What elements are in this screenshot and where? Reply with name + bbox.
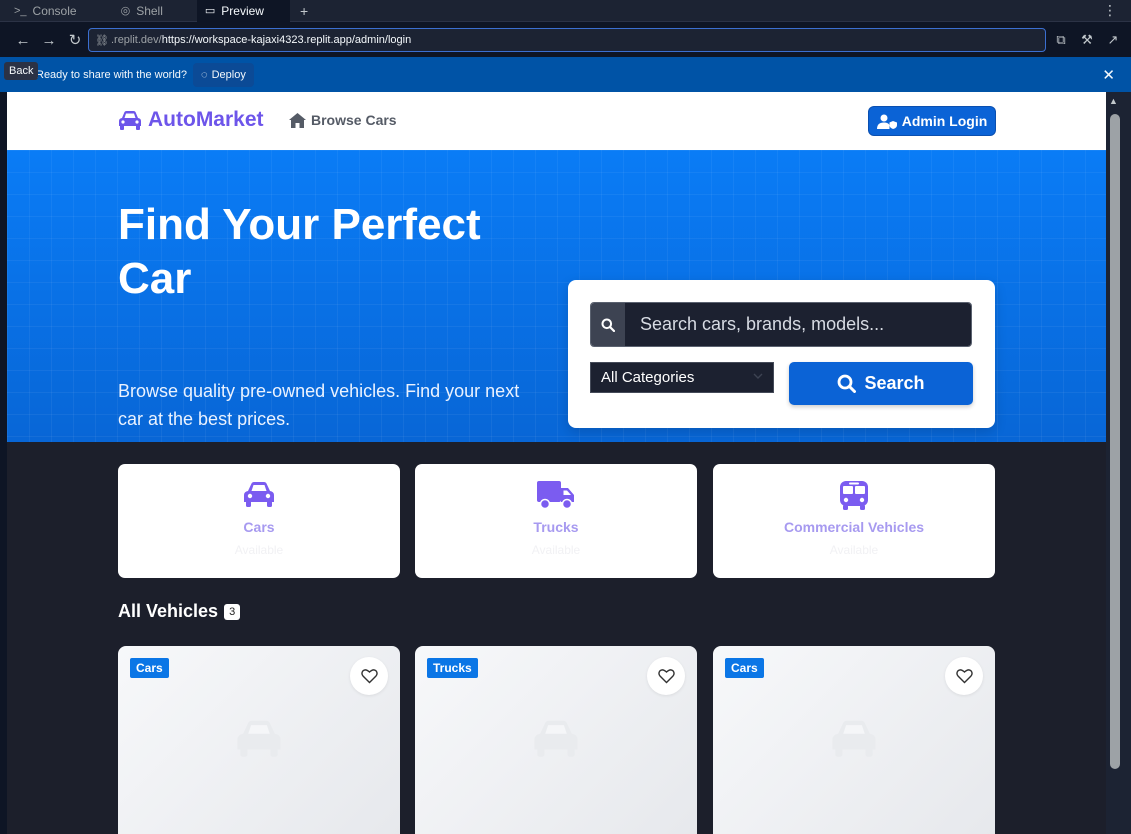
vehicle-card[interactable]: Trucks [415,646,697,834]
section-title-text: All Vehicles [118,601,219,621]
devices-icon[interactable]: ⧉ [1051,27,1071,53]
user-shield-icon [876,114,897,129]
url-text: https://workspace-kajaxi4323.replit.app/… [161,34,412,46]
forward-button[interactable]: → [36,27,62,53]
vehicle-category-badge: Cars [130,658,169,678]
category-card-cars[interactable]: Cars Available [118,464,400,578]
search-button[interactable]: Search [789,362,973,405]
terminal-icon: >_ [14,4,27,17]
favorite-button[interactable] [945,657,983,695]
category-select[interactable]: All Categories [590,362,774,393]
hero-title: Find Your Perfect Car [118,200,481,303]
tab-shell[interactable]: ◎ Shell [91,0,177,22]
url-prefix: .replit.dev/ [110,34,162,46]
search-card: Search cars, brands, models... All Categ… [568,280,995,428]
favorite-button[interactable] [647,657,685,695]
deploy-button[interactable]: ◌ Deploy [193,62,254,87]
tab-shell-label: Shell [136,3,163,18]
search-input[interactable]: Search cars, brands, models... [625,303,971,346]
vehicle-category-badge: Cars [725,658,764,678]
category-card-trucks[interactable]: Trucks Available [415,464,697,578]
search-icon [838,374,857,393]
category-sub: Available [829,543,879,557]
nav-browse-cars[interactable]: Browse Cars [289,112,397,128]
scrollbar-thumb[interactable] [1110,114,1120,769]
nav-browse-label: Browse Cars [311,112,397,128]
heart-icon [360,669,378,684]
category-sub: Available [234,543,284,557]
hero-section: Find Your Perfect Car Browse quality pre… [7,150,1106,442]
search-button-label: Search [864,373,925,393]
heart-icon [657,669,675,684]
category-name: Cars [243,519,275,535]
truck-icon [537,481,574,510]
car-placeholder-icon [237,720,281,757]
url-bar: ← → ↻ ⛓ .replit.dev/ https://workspace-k… [0,23,1131,57]
favorite-button[interactable] [350,657,388,695]
close-icon[interactable]: ✕ [1102,66,1115,84]
deploy-banner: Ready to share with the world? ◌ Deploy … [0,57,1131,92]
preview-page: AutoMarket Browse Cars Admin Login Find … [7,92,1106,834]
tab-preview-label: Preview [221,3,264,18]
category-card-commercial[interactable]: Commercial Vehicles Available [713,464,995,578]
vehicle-card[interactable]: Cars [118,646,400,834]
car-placeholder-icon [534,720,578,757]
reload-button[interactable]: ↻ [62,27,88,53]
deploy-label: Deploy [211,68,246,81]
chevron-down-icon [753,373,763,379]
admin-login-button[interactable]: Admin Login [869,107,995,135]
home-icon [289,112,306,128]
hero-subtitle: Browse quality pre-owned vehicles. Find … [118,381,520,429]
more-options-icon[interactable]: ⋮ [1103,2,1117,19]
scroll-up-icon[interactable]: ▲ [1109,96,1118,106]
back-button[interactable]: ← [10,27,36,53]
deploy-icon: ◌ [201,68,208,81]
url-actions: ⧉ ⚒ ↗ [1051,23,1131,57]
monitor-icon: ▭ [204,5,216,17]
category-sub: Available [531,543,581,557]
category-name: Commercial Vehicles [783,519,925,535]
external-link-icon[interactable]: ↗ [1103,27,1123,53]
replit-window: >_ Console ◎ Shell ▭ Preview + ⋮ ← → ↻ ⛓… [0,0,1131,834]
site-navbar: AutoMarket Browse Cars Admin Login [7,92,1106,150]
tab-console[interactable]: >_ Console [0,0,91,22]
vehicle-card[interactable]: Cars [713,646,995,834]
link-icon: ⛓ [95,34,109,47]
heart-icon [955,669,973,684]
vehicle-category-badge: Trucks [427,658,478,678]
search-icon [591,303,625,346]
admin-login-label: Admin Login [901,113,988,129]
search-box: Search cars, brands, models... [590,302,972,347]
deploy-prompt: Ready to share with the world? [36,68,188,81]
car-icon [119,111,141,130]
vehicle-count-badge: 3 [224,603,241,620]
bus-icon [840,481,868,510]
tab-console-label: Console [32,3,77,18]
category-name: Trucks [533,519,579,535]
ide-tab-bar: >_ Console ◎ Shell ▭ Preview + ⋮ [0,0,1131,22]
brand-logo[interactable]: AutoMarket [118,108,264,132]
tab-preview[interactable]: ▭ Preview [196,0,290,22]
add-tab-button[interactable]: + [290,3,318,19]
preview-scrollbar[interactable]: ▲ [1106,92,1131,834]
back-tooltip: Back [4,62,39,80]
section-title: All Vehicles 3 [118,601,241,622]
brand-name: AutoMarket [148,108,264,131]
wrench-icon[interactable]: ⚒ [1077,27,1097,53]
url-input[interactable]: ⛓ .replit.dev/ https://workspace-kajaxi4… [88,28,1046,52]
car-icon [244,482,274,507]
category-select-value: All Categories [601,369,695,386]
shell-icon: ◎ [120,5,131,17]
car-placeholder-icon [832,720,876,757]
